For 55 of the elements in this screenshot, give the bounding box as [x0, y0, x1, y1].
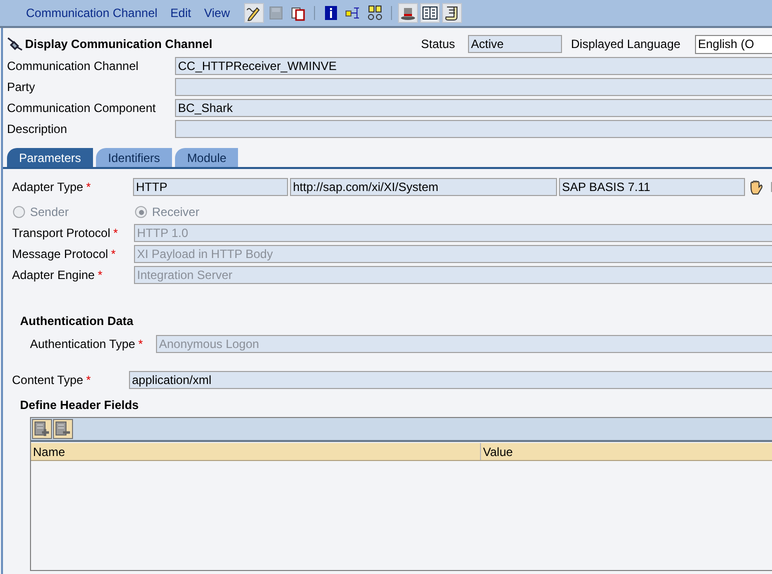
scroll-icon: [444, 5, 460, 21]
column-header[interactable]: Name: [31, 443, 481, 460]
toolbar-button[interactable]: [442, 3, 462, 23]
book-icon: [422, 5, 438, 21]
remove-row-icon: [55, 421, 71, 437]
hat-icon: [400, 5, 416, 21]
section-title: Define Header Fields: [20, 397, 140, 412]
section-title: Authentication Data: [20, 313, 134, 328]
page-title: Display Communication Channel: [25, 36, 214, 53]
input-field[interactable]: BC_Shark: [175, 98, 772, 116]
toolbar-button[interactable]: [398, 3, 418, 23]
required-mark: *: [113, 224, 118, 242]
pencil-icon: [246, 5, 262, 21]
field-label: Communication Channel: [7, 58, 140, 74]
toolbar-button[interactable]: [420, 3, 440, 23]
input-field[interactable]: application/xml: [129, 371, 772, 389]
input-field[interactable]: HTTP: [133, 178, 288, 196]
plug-icon: [7, 37, 23, 51]
required-mark: *: [111, 246, 116, 262]
menu-item[interactable]: Edit: [170, 4, 192, 22]
tab[interactable]: Parameters: [7, 148, 94, 167]
arrows-icon: [344, 5, 361, 21]
input-field[interactable]: http://sap.com/xi/XI/System: [290, 178, 557, 196]
required-mark: *: [98, 266, 102, 284]
required-mark: *: [86, 372, 91, 389]
hand-icon[interactable]: [748, 179, 764, 195]
field-label: Content Type: [12, 372, 84, 389]
input-field[interactable]: CC_HTTPReceiver_WMINVE: [175, 56, 772, 74]
status-field[interactable]: Active: [468, 35, 562, 53]
input-field[interactable]: [175, 78, 772, 96]
copy-icon: [290, 5, 306, 21]
field-label: Transport Protocol: [12, 224, 110, 242]
language-field[interactable]: English (O: [695, 34, 772, 54]
tab[interactable]: Identifiers: [96, 148, 172, 167]
field-label: Description: [7, 120, 68, 138]
field-label: Displayed Language: [571, 36, 682, 53]
menu-item[interactable]: View: [204, 4, 230, 22]
field-label: Status: [421, 36, 456, 53]
column-header[interactable]: Value: [481, 443, 772, 460]
required-mark: *: [138, 336, 143, 353]
required-mark: *: [86, 179, 91, 196]
info-icon: [322, 5, 339, 21]
field-label: Adapter Engine: [12, 266, 95, 284]
tab[interactable]: Module: [175, 148, 238, 167]
field-label: Authentication Type: [30, 336, 136, 353]
field-label: Party: [7, 78, 36, 96]
save-icon: [268, 5, 284, 21]
field-label: Communication Component: [7, 100, 157, 116]
field-label: Adapter Type: [12, 179, 84, 196]
add-row-icon: [34, 421, 50, 437]
input-field[interactable]: [175, 120, 772, 138]
menu-item[interactable]: Communication Channel: [26, 4, 158, 22]
toolbar-button[interactable]: [244, 3, 264, 23]
field-label: Message Protocol: [12, 246, 108, 262]
input-field[interactable]: SAP BASIS 7.11: [559, 178, 745, 196]
